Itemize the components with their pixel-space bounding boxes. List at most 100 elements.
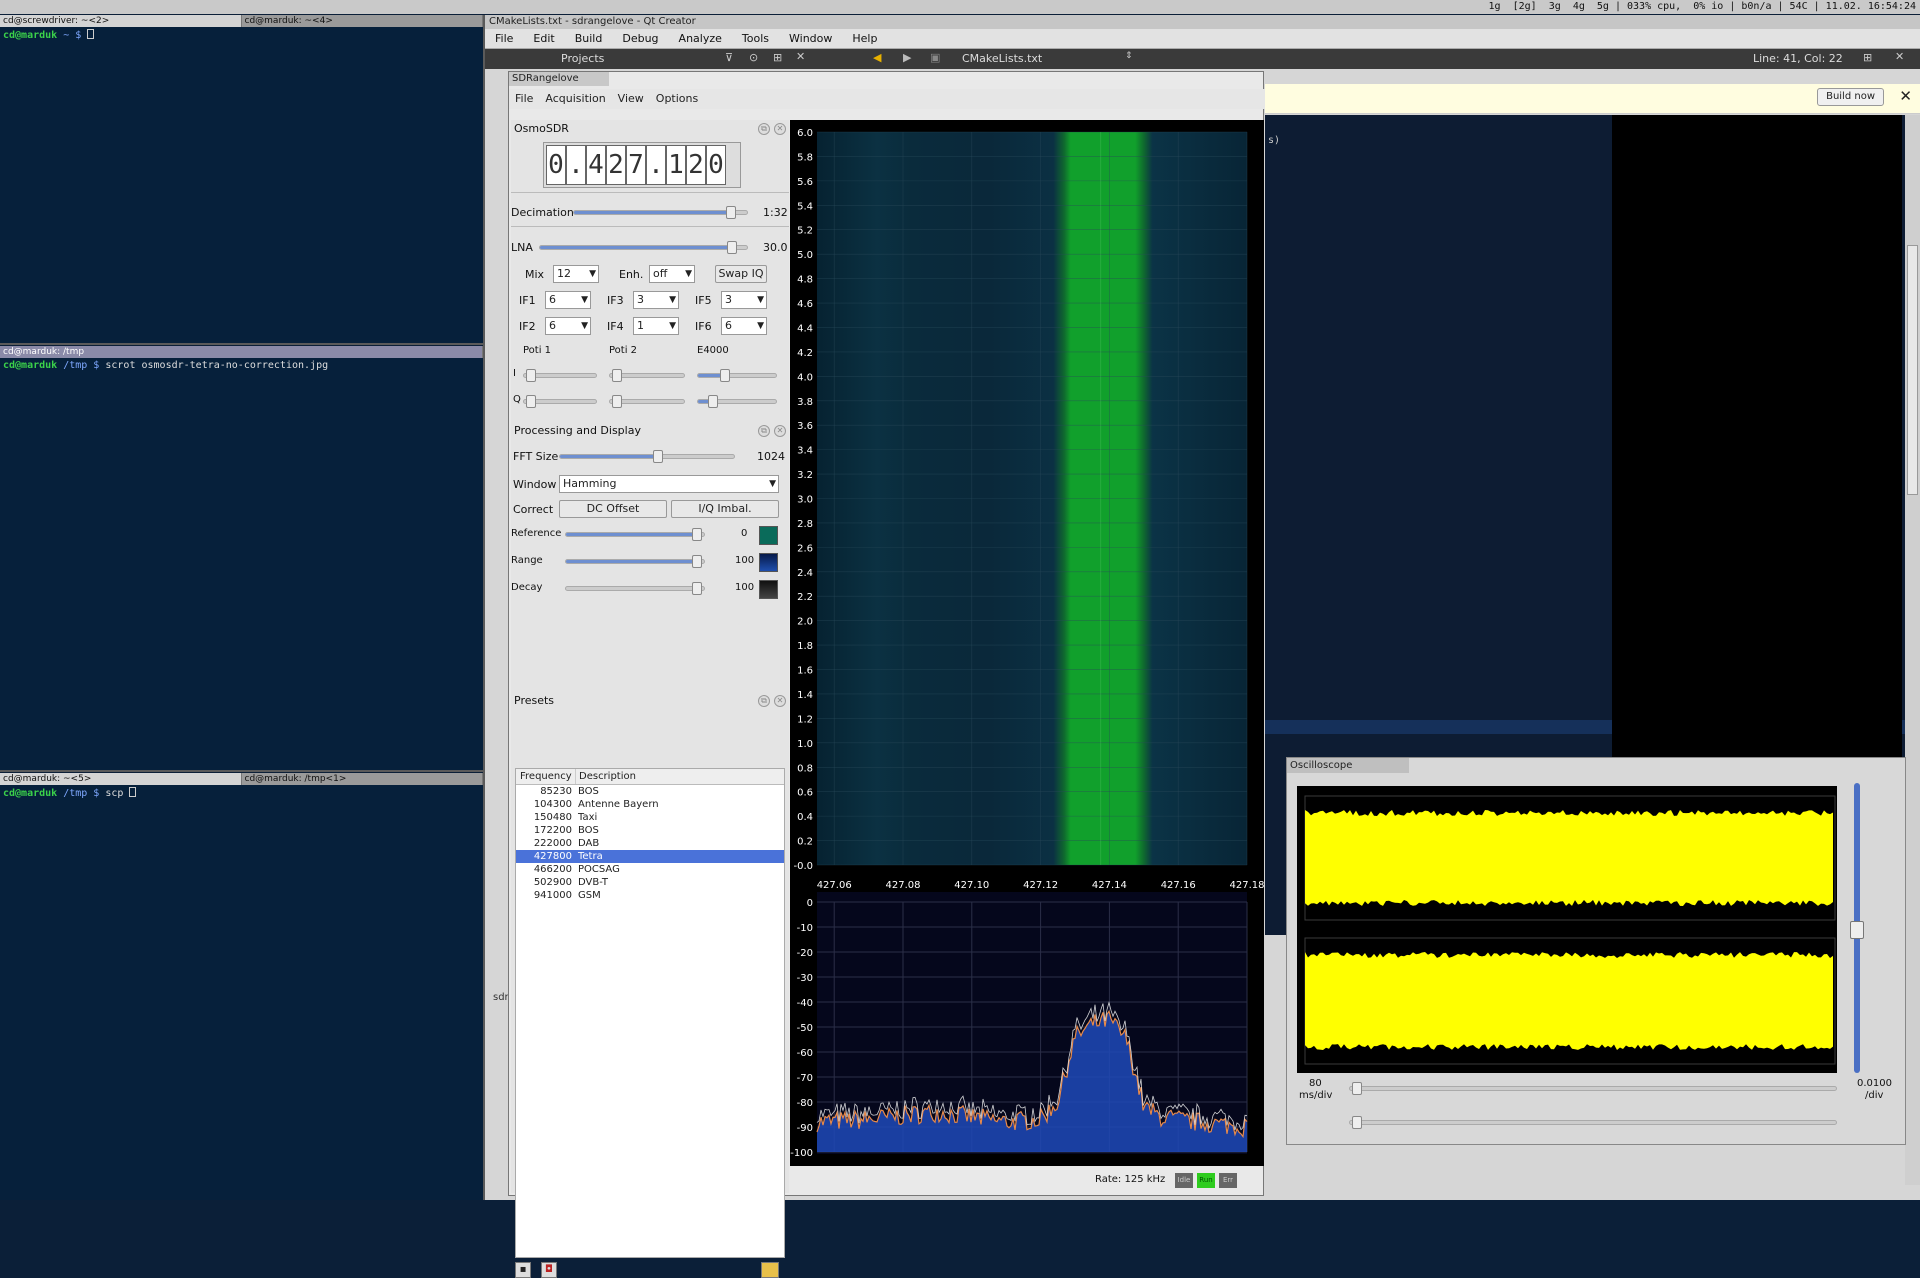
e4000-q-slider[interactable]: [697, 395, 777, 408]
preset-row[interactable]: 941000 GSM: [516, 889, 784, 902]
preset-row[interactable]: 172200 BOS: [516, 824, 784, 837]
decimation-slider[interactable]: [573, 206, 748, 219]
spectrum-panel[interactable]: 6.0 5.8 5.6 5.4 5.2 5.0 4.8 4.6 4.4 4.2 4.0 3.8 3.6 3…: [790, 120, 1265, 1166]
if1-select[interactable]: 6 ▼: [545, 291, 591, 309]
poti2-q-slider[interactable]: [609, 395, 685, 408]
editor-scrollbar[interactable]: [1905, 115, 1920, 1185]
delete-icon[interactable]: ◘: [541, 1262, 557, 1278]
projects-selector[interactable]: Projects: [561, 52, 604, 65]
menu-acquisition[interactable]: Acquisition: [539, 89, 611, 109]
preset-row[interactable]: 85230 BOS: [516, 785, 784, 798]
channel-i-trace: [1305, 810, 1833, 906]
close-icon[interactable]: ✕: [774, 123, 786, 135]
poti1-q-slider[interactable]: [523, 395, 597, 408]
fft-size-slider[interactable]: [559, 450, 735, 463]
terminal-middle[interactable]: cd@marduk: /tmp cd@marduk /tmp $ scrot o…: [0, 346, 483, 770]
reference-slider[interactable]: [565, 528, 705, 541]
preset-row[interactable]: 427800 Tetra: [516, 850, 784, 863]
dc-offset-button[interactable]: DC Offset: [559, 500, 667, 518]
poti2-i-slider[interactable]: [609, 369, 685, 382]
terminal-tab[interactable]: cd@marduk: /tmp<1>: [242, 773, 483, 785]
if4-select[interactable]: 1 ▼: [633, 317, 679, 335]
spectrum-chart[interactable]: 6.0 5.8 5.6 5.4 5.2 5.0 4.8 4.6 4.4 4.2 4.0 3.8 3.6 3…: [790, 120, 1264, 1166]
freq-digit[interactable]: 2: [606, 145, 626, 185]
histogram-icon[interactable]: [759, 580, 778, 599]
freq-digit[interactable]: 0: [706, 145, 726, 185]
freq-digit[interactable]: 1: [666, 145, 686, 185]
close-icon[interactable]: ✕: [774, 425, 786, 437]
link-icon[interactable]: ⊙: [749, 51, 758, 64]
preset-row[interactable]: 502900 DVB-T: [516, 876, 784, 889]
menu-window[interactable]: Window: [779, 29, 842, 48]
file-selector[interactable]: CMakeLists.txt: [962, 52, 1042, 65]
preset-row[interactable]: 222000 DAB: [516, 837, 784, 850]
terminal-tab[interactable]: cd@marduk: ~<5>: [0, 773, 242, 785]
menu-help[interactable]: Help: [842, 29, 887, 48]
menu-file[interactable]: File: [485, 29, 523, 48]
swap-iq-button[interactable]: Swap IQ: [715, 265, 767, 283]
column-header[interactable]: Description: [576, 769, 636, 784]
menu-options[interactable]: Options: [650, 89, 704, 109]
waterfall-color-icon[interactable]: [759, 526, 778, 545]
split-icon[interactable]: ⊞: [773, 51, 782, 64]
trigger-slider[interactable]: [1349, 1116, 1837, 1129]
lna-slider[interactable]: [539, 241, 748, 254]
menu-build[interactable]: Build: [565, 29, 613, 48]
scrollbar-thumb[interactable]: [1907, 245, 1918, 495]
preset-row[interactable]: 150480 Taxi: [516, 811, 784, 824]
back-arrow-icon[interactable]: ◀: [873, 51, 881, 64]
terminal-tab[interactable]: cd@marduk: /tmp: [0, 346, 483, 358]
poti1-i-slider[interactable]: [523, 369, 597, 382]
menu-tools[interactable]: Tools: [732, 29, 779, 48]
forward-arrow-icon[interactable]: ▶: [903, 51, 911, 64]
waterfall-y-tick: 5.0: [797, 250, 813, 261]
window-select[interactable]: Hamming ▼: [559, 475, 779, 493]
close-icon[interactable]: ✕: [1899, 87, 1912, 105]
terminal-bottom[interactable]: cd@marduk: ~<5> cd@marduk: /tmp<1> cd@ma…: [0, 773, 483, 1200]
freq-digit[interactable]: 7: [626, 145, 646, 185]
slider-knob[interactable]: [1850, 921, 1864, 939]
range-slider[interactable]: [565, 555, 705, 568]
float-icon[interactable]: ⧉: [758, 425, 770, 437]
freq-digit[interactable]: 4: [586, 145, 606, 185]
if2-select[interactable]: 6 ▼: [545, 317, 591, 335]
column-header[interactable]: Frequency: [516, 769, 576, 784]
frequency-dial[interactable]: 0.427.120: [543, 142, 741, 188]
timebase-slider[interactable]: [1349, 1082, 1837, 1095]
close-icon[interactable]: ✕: [796, 50, 805, 63]
terminal-tab[interactable]: cd@marduk: ~<4>: [242, 15, 483, 27]
terminal-top[interactable]: cd@screwdriver: ~<2> cd@marduk: ~<4> cd@…: [0, 15, 483, 343]
split-icon[interactable]: ⊞: [1863, 51, 1872, 64]
oscilloscope-screen[interactable]: [1297, 786, 1837, 1073]
preset-row[interactable]: 104300 Antenne Bayern: [516, 798, 784, 811]
build-now-button[interactable]: Build now: [1817, 88, 1884, 106]
menu-view[interactable]: View: [612, 89, 650, 109]
filter-icon[interactable]: ⊽: [725, 51, 733, 64]
float-icon[interactable]: ⧉: [758, 695, 770, 707]
freq-digit[interactable]: 2: [686, 145, 706, 185]
freq-digit[interactable]: 0: [546, 145, 566, 185]
e4000-i-slider[interactable]: [697, 369, 777, 382]
iq-imbalance-button[interactable]: I/Q Imbal.: [671, 500, 779, 518]
decay-slider[interactable]: [565, 582, 705, 595]
amplitude-slider[interactable]: [1850, 783, 1864, 1073]
menu-analyze[interactable]: Analyze: [669, 29, 732, 48]
close-icon[interactable]: ✕: [774, 695, 786, 707]
preset-row[interactable]: 466200 POCSAG: [516, 863, 784, 876]
if5-select[interactable]: 3 ▼: [721, 291, 767, 309]
enh-select[interactable]: off ▼: [649, 265, 695, 283]
presets-table[interactable]: Frequency Description 85230 BOS 104300 Ante…: [515, 768, 785, 1258]
terminal-tab[interactable]: cd@screwdriver: ~<2>: [0, 15, 242, 27]
if6-select[interactable]: 6 ▼: [721, 317, 767, 335]
close-icon[interactable]: ✕: [1895, 50, 1904, 63]
mix-select[interactable]: 12 ▼: [553, 265, 599, 283]
menu-debug[interactable]: Debug: [612, 29, 668, 48]
menu-edit[interactable]: Edit: [523, 29, 564, 48]
folder-icon[interactable]: [761, 1262, 779, 1278]
chevron-updown-icon[interactable]: ⇕: [1125, 51, 1133, 61]
float-icon[interactable]: ⧉: [758, 123, 770, 135]
menu-file[interactable]: File: [509, 89, 539, 109]
if3-select[interactable]: 3 ▼: [633, 291, 679, 309]
save-icon[interactable]: ▪: [515, 1262, 531, 1278]
spectrum-style-icon[interactable]: [759, 553, 778, 572]
